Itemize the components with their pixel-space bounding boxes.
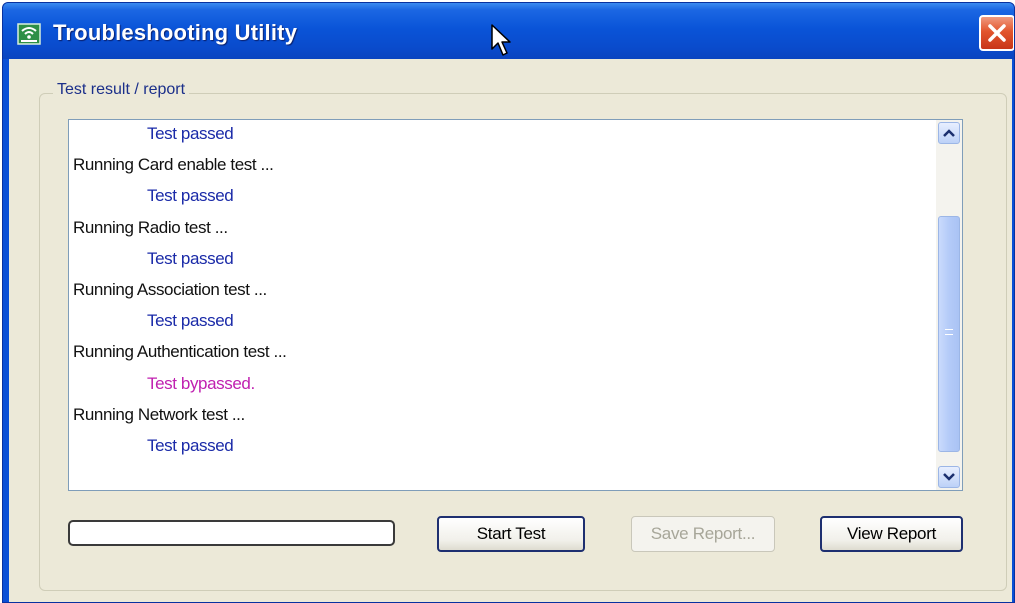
scroll-grip (945, 329, 953, 335)
log-line-passed: Test passed (147, 436, 234, 455)
log-line-running: Running Radio test ... (73, 217, 228, 237)
view-report-button[interactable]: View Report (820, 516, 963, 552)
test-log-listbox[interactable]: Test passed Running Card enable test ... T… (68, 119, 963, 491)
vertical-scrollbar[interactable] (936, 120, 962, 490)
progress-bar (68, 520, 395, 546)
log-line-running: Running Card enable test ... (73, 155, 274, 175)
scroll-thumb[interactable] (938, 216, 960, 452)
groupbox-label: Test result / report (53, 81, 190, 99)
log-line-running: Running Network test ... (73, 404, 245, 424)
mouse-pointer-icon (491, 24, 511, 56)
chevron-up-icon (943, 129, 955, 137)
log-line-passed: Test passed (147, 248, 234, 268)
log-line-passed: Test passed (147, 311, 234, 331)
wifi-network-icon (17, 23, 41, 45)
close-button[interactable] (979, 15, 1014, 51)
title-bar[interactable]: Troubleshooting Utility (3, 3, 1014, 59)
chevron-down-icon (943, 473, 955, 481)
log-line-bypassed: Test bypassed. (147, 373, 255, 393)
window-title: Troubleshooting Utility (53, 20, 298, 45)
window-client-area: Test result / report Test passed Running … (9, 59, 1012, 602)
troubleshooting-window: Troubleshooting Utility Test result / re… (2, 2, 1015, 603)
start-test-button[interactable]: Start Test (437, 516, 585, 552)
scroll-down-button[interactable] (938, 466, 960, 488)
log-line-running: Running Authentication test ... (73, 342, 287, 362)
log-line-passed: Test passed (147, 124, 234, 143)
log-line-running: Running Association test ... (73, 280, 267, 299)
log-line-passed: Test passed (147, 186, 234, 206)
save-report-button[interactable]: Save Report... (631, 516, 775, 552)
scroll-up-button[interactable] (938, 122, 960, 144)
close-icon (988, 24, 1006, 42)
